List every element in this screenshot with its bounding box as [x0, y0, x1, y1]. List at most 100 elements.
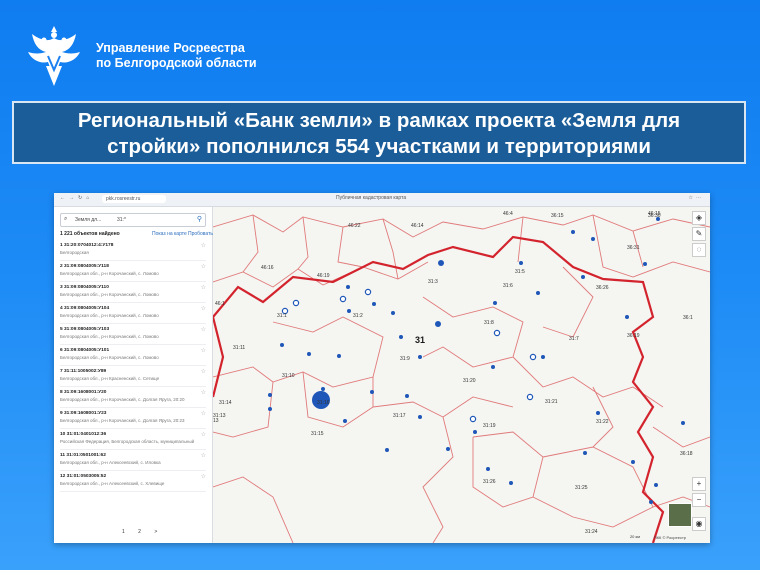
map-object-point[interactable] [321, 387, 325, 391]
map-object-point[interactable] [268, 393, 272, 397]
map-object-marker[interactable] [493, 329, 501, 337]
favorite-icon[interactable]: ☆ [201, 326, 206, 333]
draw-button[interactable]: ◌ [692, 243, 706, 257]
result-item[interactable]: 8 31:09:1608001:У20 Белгородская обл., р-… [60, 387, 206, 408]
locate-button[interactable]: ◉ [692, 517, 706, 531]
favorite-icon[interactable]: ☆ [201, 410, 206, 417]
result-id[interactable]: 10 31:01:0401012:36 [60, 432, 106, 437]
map-object-point[interactable] [346, 285, 350, 289]
map-object-point[interactable] [486, 467, 490, 471]
result-id[interactable]: 5 31:09:0804005:У103 [60, 327, 109, 332]
favorite-icon[interactable]: ☆ [201, 389, 206, 396]
map-object-point[interactable] [541, 355, 545, 359]
map-object-point[interactable] [581, 275, 585, 279]
map-view[interactable]: 46:15 46:4 46:22 46:14 46:16 46:19 46:1 36:31 36… [211, 207, 710, 543]
map-object-point[interactable] [536, 291, 540, 295]
map-object-point[interactable] [372, 302, 376, 306]
browser-toolbar-icons[interactable]: ☆⋯ [689, 195, 704, 201]
map-object-point[interactable] [337, 354, 341, 358]
map-object-marker[interactable] [339, 295, 347, 303]
map-object-point[interactable] [681, 421, 685, 425]
result-id[interactable]: 1 31:20:0704012:4:У178 [60, 243, 113, 248]
favorite-icon[interactable]: ☆ [201, 368, 206, 375]
map-object-point[interactable] [391, 311, 395, 315]
result-item[interactable]: 4 31:09:0804005:У104 Белгородская обл., р… [60, 303, 206, 324]
basemap-switcher[interactable] [668, 503, 692, 527]
result-id[interactable]: 3 31:09:0804005:У110 [60, 285, 109, 290]
map-object-point[interactable] [643, 262, 647, 266]
url-field[interactable]: pkk.rosreestr.ru [102, 195, 166, 203]
map-object-marker[interactable] [529, 353, 537, 361]
search-button[interactable]: ⚲ [197, 215, 202, 223]
result-item[interactable]: 6 31:09:0804005:У101 Белгородская обл., р… [60, 345, 206, 366]
map-object-point[interactable] [280, 343, 284, 347]
result-id[interactable]: 12 31:01:0503005:52 [60, 474, 106, 479]
favorite-icon[interactable]: ☆ [201, 431, 206, 438]
map-object-point[interactable] [343, 419, 347, 423]
result-item[interactable]: 9 31:09:1608001:У23 Белгородская обл., р-… [60, 408, 206, 429]
map-object-point[interactable] [519, 261, 523, 265]
search-type[interactable]: Земля дл... [75, 217, 101, 223]
result-id[interactable]: 9 31:09:1608001:У23 [60, 411, 106, 416]
map-object-point[interactable] [571, 230, 575, 234]
result-item[interactable]: 2 31:09:0804005:У118 Белгородская обл., р… [60, 261, 206, 282]
zoom-in-button[interactable]: + [692, 477, 706, 491]
result-item[interactable]: 12 31:01:0503005:52 Белгородская обл., р-… [60, 471, 206, 492]
map-object-point[interactable] [654, 483, 658, 487]
result-item[interactable]: 7 31:11:1005002:У89 Белгородская обл., р-… [60, 366, 206, 387]
map-object-point[interactable] [418, 415, 422, 419]
map-object-marker[interactable] [364, 288, 372, 296]
map-object-point[interactable] [491, 365, 495, 369]
layers-button[interactable]: ◈ [692, 211, 706, 225]
favorite-icon[interactable]: ☆ [201, 347, 206, 354]
show-on-map-link[interactable]: Показ на карте [152, 231, 187, 237]
map-object-point[interactable] [435, 321, 441, 327]
result-item[interactable]: 3 31:09:0804005:У110 Белгородская обл., р… [60, 282, 206, 303]
zoom-out-button[interactable]: − [692, 493, 706, 507]
browser-nav-icons[interactable]: ←→↻⌂ [60, 195, 93, 201]
map-object-point[interactable] [596, 411, 600, 415]
map-object-point[interactable] [370, 390, 374, 394]
map-canvas[interactable]: 46:1546:446:22 46:1446:1646:1946:136:3136… [211, 207, 710, 543]
result-item[interactable]: 11 31:01:0501001:62 Белгородская обл., р-… [60, 450, 206, 471]
map-object-point[interactable] [583, 451, 587, 455]
map-object-point[interactable] [446, 447, 450, 451]
map-object-point[interactable] [405, 394, 409, 398]
search-box[interactable]: ⌕ Земля дл... 31:* ⚲ [60, 213, 206, 227]
map-object-marker[interactable] [292, 299, 300, 307]
result-id[interactable]: 4 31:09:0804005:У104 [60, 306, 109, 311]
result-id[interactable]: 11 31:01:0501001:62 [60, 453, 106, 458]
map-object-point[interactable] [399, 335, 403, 339]
result-item[interactable]: 5 31:09:0804005:У103 Белгородская обл., р… [60, 324, 206, 345]
result-id[interactable]: 8 31:09:1608001:У20 [60, 390, 106, 395]
map-object-point[interactable] [268, 407, 272, 411]
favorite-icon[interactable]: ☆ [201, 263, 206, 270]
map-object-point[interactable] [347, 309, 351, 313]
map-object-point[interactable] [438, 260, 444, 266]
result-item[interactable]: 1 31:20:0704012:4:У178 Белгородская ☆ [60, 240, 206, 261]
map-object-point[interactable] [418, 355, 422, 359]
result-item[interactable]: 10 31:01:0401012:36 Российская Федерация,… [60, 429, 206, 450]
print-link[interactable]: Пробовать [188, 231, 213, 237]
favorite-icon[interactable]: ☆ [201, 305, 206, 312]
pagination[interactable]: 1 2 > [122, 529, 163, 535]
result-id[interactable]: 7 31:11:1005002:У89 [60, 369, 106, 374]
result-id[interactable]: 6 31:09:0804005:У101 [60, 348, 109, 353]
map-object-point[interactable] [631, 460, 635, 464]
map-object-point[interactable] [509, 481, 513, 485]
object-points[interactable] [268, 217, 685, 504]
map-object-point[interactable] [385, 448, 389, 452]
map-object-point[interactable] [493, 301, 497, 305]
map-object-point[interactable] [625, 315, 629, 319]
map-object-marker[interactable] [469, 415, 477, 423]
map-object-point[interactable] [307, 352, 311, 356]
map-object-marker[interactable] [526, 393, 534, 401]
map-object-point[interactable] [591, 237, 595, 241]
map-object-point[interactable] [473, 430, 477, 434]
search-query[interactable]: 31:* [117, 217, 126, 223]
favorite-icon[interactable]: ☆ [201, 284, 206, 291]
favorite-icon[interactable]: ☆ [201, 452, 206, 459]
favorite-icon[interactable]: ☆ [201, 473, 206, 480]
measure-button[interactable]: ✎ [692, 227, 706, 241]
result-id[interactable]: 2 31:09:0804005:У118 [60, 264, 109, 269]
